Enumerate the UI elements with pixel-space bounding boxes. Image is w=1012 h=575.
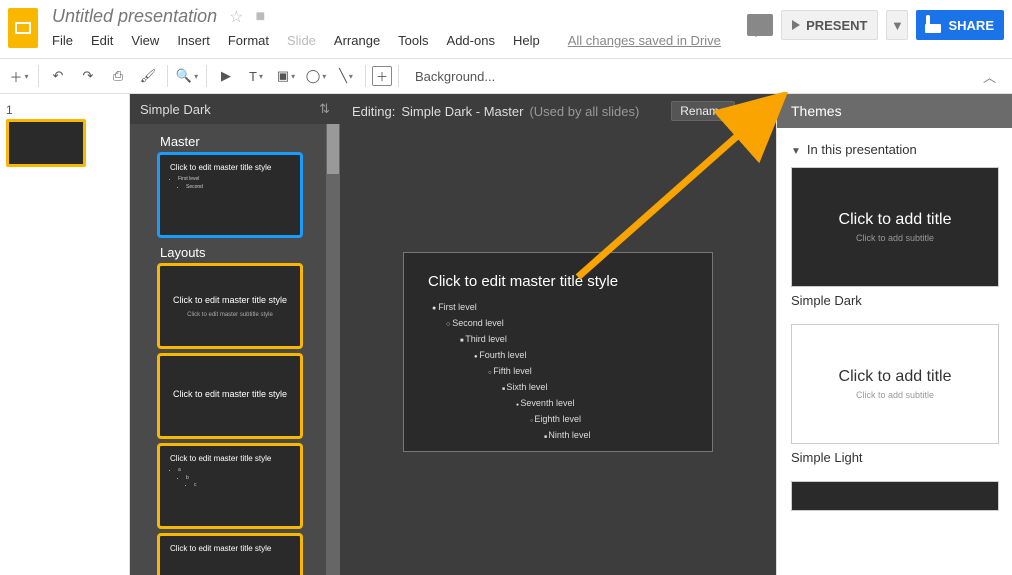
menu-format[interactable]: Format bbox=[228, 33, 269, 48]
layout-title: Click to edit master title style bbox=[170, 454, 290, 463]
theme-card-partial[interactable] bbox=[791, 481, 999, 511]
slide-number: 1 bbox=[6, 103, 13, 117]
layouts-section-label: Layouts bbox=[160, 245, 326, 260]
theme-card-title: Click to add title bbox=[839, 368, 952, 386]
close-master-icon[interactable]: ✕ bbox=[751, 101, 764, 121]
menu-edit[interactable]: Edit bbox=[91, 33, 113, 48]
textbox-tool[interactable]: T bbox=[243, 63, 269, 89]
level-9[interactable]: Ninth level bbox=[544, 430, 688, 440]
save-status[interactable]: All changes saved in Drive bbox=[568, 33, 721, 48]
folder-icon[interactable]: ■ bbox=[255, 8, 265, 26]
line-tool[interactable]: ╲ bbox=[333, 63, 359, 89]
slide-thumbnail-1[interactable] bbox=[6, 119, 86, 167]
level-6[interactable]: Sixth level bbox=[502, 382, 688, 392]
theme-name-2: Simple Light bbox=[791, 450, 998, 465]
level-3[interactable]: Third level bbox=[460, 334, 688, 344]
theme-card-simple-dark[interactable]: Click to add title Click to add subtitle bbox=[791, 167, 999, 287]
image-tool[interactable]: ▣ bbox=[273, 63, 299, 89]
layout-title: Click to edit master title style bbox=[173, 295, 287, 305]
level-1[interactable]: First level bbox=[432, 302, 688, 312]
layout-title: Click to edit master title style bbox=[170, 544, 290, 553]
shape-tool[interactable]: ◯ bbox=[303, 63, 329, 89]
present-label: PRESENT bbox=[806, 18, 867, 33]
themes-panel-header: Themes bbox=[777, 94, 1012, 128]
layout-thumb-3[interactable]: Click to edit master title style abc bbox=[160, 446, 300, 526]
print-button[interactable]: ⎙ bbox=[105, 63, 131, 89]
theme-card-simple-light[interactable]: Click to add title Click to add subtitle bbox=[791, 324, 999, 444]
paint-format-button[interactable]: 🖌 bbox=[135, 63, 161, 89]
level-8[interactable]: Eighth level bbox=[530, 414, 688, 424]
doc-title[interactable]: Untitled presentation bbox=[52, 6, 217, 27]
theme-card-subtitle: Click to add subtitle bbox=[856, 233, 934, 243]
theme-card-subtitle: Click to add subtitle bbox=[856, 390, 934, 400]
layout-thumb-4[interactable]: Click to edit master title style bbox=[160, 536, 300, 575]
collapse-toolbar-icon[interactable]: ︿ bbox=[983, 67, 996, 86]
canvas-title[interactable]: Click to edit master title style bbox=[428, 273, 688, 290]
master-theme-name: Simple Dark bbox=[140, 102, 211, 117]
toolbar: ＋ ↶ ↷ ⎙ 🖌 🔍 ▶ T ▣ ◯ ╲ ＋ Background... ︿ bbox=[0, 58, 1012, 94]
master-thumb[interactable]: Click to edit master title style First l… bbox=[160, 155, 300, 235]
level-5[interactable]: Fifth level bbox=[488, 366, 688, 376]
master-thumb-title: Click to edit master title style bbox=[170, 163, 290, 172]
undo-button[interactable]: ↶ bbox=[45, 63, 71, 89]
level-4[interactable]: Fourth level bbox=[474, 350, 688, 360]
comments-icon[interactable] bbox=[747, 14, 773, 36]
menu-arrange[interactable]: Arrange bbox=[334, 33, 380, 48]
theme-card-title: Click to add title bbox=[839, 211, 952, 229]
chevron-down-icon[interactable]: ▼ bbox=[791, 146, 801, 157]
background-button[interactable]: Background... bbox=[415, 69, 495, 84]
share-button[interactable]: SHARE bbox=[916, 10, 1004, 40]
new-slide-button[interactable]: ＋ bbox=[6, 63, 32, 89]
insert-placeholder-button[interactable]: ＋ bbox=[372, 66, 392, 86]
editing-name: Simple Dark - Master bbox=[401, 104, 523, 119]
master-slide-canvas[interactable]: Click to edit master title style First l… bbox=[403, 252, 713, 452]
lock-icon bbox=[926, 15, 930, 32]
menu-view[interactable]: View bbox=[131, 33, 159, 48]
present-dropdown[interactable]: ▼ bbox=[886, 10, 908, 40]
share-label: SHARE bbox=[948, 18, 994, 33]
menu-tools[interactable]: Tools bbox=[398, 33, 428, 48]
level-7[interactable]: Seventh level bbox=[516, 398, 688, 408]
menu-slide: Slide bbox=[287, 33, 316, 48]
level-2[interactable]: Second level bbox=[446, 318, 688, 328]
layout-thumb-1[interactable]: Click to edit master title style Click t… bbox=[160, 266, 300, 346]
slides-logo[interactable] bbox=[8, 8, 38, 48]
themes-section-label: In this presentation bbox=[807, 142, 917, 157]
layout-thumb-2[interactable]: Click to edit master title style bbox=[160, 356, 300, 436]
rename-button[interactable]: Rename bbox=[671, 101, 734, 121]
master-scrollbar[interactable] bbox=[326, 124, 340, 575]
play-icon bbox=[792, 20, 800, 30]
menu-help[interactable]: Help bbox=[513, 33, 540, 48]
used-by-label: (Used by all slides) bbox=[529, 104, 639, 119]
theme-name-1: Simple Dark bbox=[791, 293, 998, 308]
layout-title: Click to edit master title style bbox=[173, 389, 287, 399]
zoom-button[interactable]: 🔍 bbox=[174, 63, 200, 89]
select-tool[interactable]: ▶ bbox=[213, 63, 239, 89]
master-section-label: Master bbox=[160, 134, 326, 149]
menu-file[interactable]: File bbox=[52, 33, 73, 48]
star-icon[interactable]: ☆ bbox=[229, 7, 243, 27]
editing-prefix: Editing: bbox=[352, 104, 395, 119]
menu-addons[interactable]: Add-ons bbox=[447, 33, 495, 48]
sort-icon[interactable]: ⇅ bbox=[319, 101, 330, 117]
present-button[interactable]: PRESENT bbox=[781, 10, 878, 40]
redo-button[interactable]: ↷ bbox=[75, 63, 101, 89]
menu-insert[interactable]: Insert bbox=[177, 33, 210, 48]
layout-subtitle: Click to edit master subtitle style bbox=[187, 312, 273, 318]
